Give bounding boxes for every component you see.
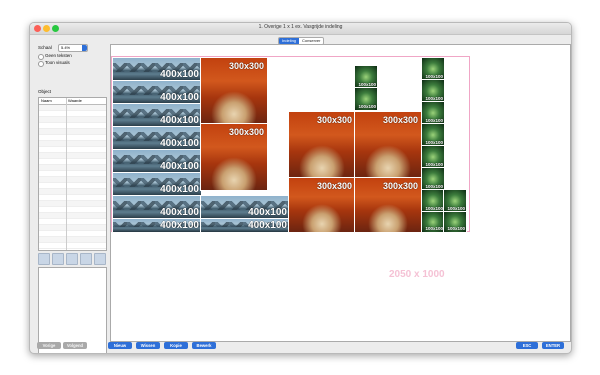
autumn-size-label: 300x300 [382, 181, 418, 191]
autumn-image[interactable]: 300x300 [200, 57, 268, 125]
align-left-icon[interactable] [38, 253, 50, 265]
landscape-image[interactable]: 400x100 [112, 103, 202, 128]
landscape-image[interactable]: 400x100 [112, 172, 202, 197]
landscape-size-label: 400x100 [160, 207, 199, 218]
forest-size-label: 100x100 [447, 226, 465, 231]
forest-image[interactable]: 100x100 [354, 87, 378, 111]
landscape-image[interactable]: 400x100 [112, 218, 202, 233]
autumn-size-label: 300x300 [228, 61, 264, 71]
forest-image[interactable]: 100x100 [443, 211, 467, 233]
landscape-size-label: 400x100 [160, 161, 199, 172]
landscape-image[interactable]: 400x100 [112, 80, 202, 105]
new-button[interactable]: Nieuw [108, 342, 132, 349]
name-column-header: Naam [41, 98, 52, 103]
landscape-size-label: 400x100 [248, 207, 287, 218]
object-label: Object [38, 89, 52, 94]
table-row[interactable] [39, 243, 106, 249]
forest-image[interactable]: 100x100 [421, 101, 445, 125]
forest-image[interactable]: 100x100 [354, 65, 378, 89]
chevron-down-icon [82, 45, 87, 51]
autumn-image[interactable]: 300x300 [288, 111, 356, 179]
autumn-size-label: 300x300 [316, 181, 352, 191]
autumn-image[interactable]: 300x300 [200, 123, 268, 191]
forest-image[interactable]: 100x100 [421, 167, 445, 191]
landscape-image[interactable]: 400x100 [112, 149, 202, 174]
forest-image[interactable]: 100x100 [421, 123, 445, 147]
landscape-size-label: 400x100 [160, 220, 199, 231]
print-area-size-label: 2050 x 1000 [389, 269, 445, 280]
edit-button[interactable]: Bewerk [192, 342, 216, 349]
landscape-size-label: 400x100 [248, 220, 287, 231]
canvas-panel[interactable]: 400x100 400x100 400x100 400x100 400x100 … [110, 44, 571, 342]
landscape-image[interactable]: 400x100 [200, 195, 290, 220]
copy-button[interactable]: Kopie [164, 342, 188, 349]
bottom-toolbar: Vorige Volgend Nieuw Wissen Kopie Bewerk… [30, 339, 571, 353]
landscape-image[interactable]: 400x100 [112, 195, 202, 220]
landscape-image[interactable]: 400x100 [200, 218, 290, 233]
scale-dropdown[interactable]: 5.4% [58, 44, 88, 52]
app-window: 1. Overige 1 x 1 ex. Vasgrijde indeling … [29, 22, 572, 354]
column-divider [66, 98, 67, 250]
show-visuals-radio[interactable] [38, 61, 44, 67]
forest-size-label: 100x100 [358, 104, 376, 109]
autumn-size-label: 300x300 [228, 127, 264, 137]
autumn-size-label: 300x300 [316, 115, 352, 125]
forest-image[interactable]: 100x100 [421, 57, 445, 81]
scale-label: Schaal [38, 45, 52, 50]
landscape-size-label: 400x100 [160, 138, 199, 149]
landscape-size-label: 400x100 [160, 184, 199, 195]
value-column-header: Waarde [68, 98, 82, 103]
autumn-image[interactable]: 300x300 [354, 111, 422, 179]
align-center-icon[interactable] [80, 253, 92, 265]
landscape-image[interactable]: 400x100 [112, 57, 202, 82]
landscape-image[interactable]: 400x100 [112, 126, 202, 151]
scale-value: 5.4% [61, 45, 71, 50]
show-visuals-label: Toon visuals [45, 60, 70, 65]
hide-texts-radio[interactable] [38, 54, 44, 60]
autumn-image[interactable]: 300x300 [354, 177, 422, 233]
table-rows [39, 105, 106, 249]
landscape-size-label: 400x100 [160, 69, 199, 80]
next-button[interactable]: Volgend [63, 342, 87, 349]
delete-button[interactable]: Wissen [136, 342, 160, 349]
forest-image[interactable]: 100x100 [421, 189, 445, 213]
left-panel: Schaal 5.4% Geen teksten Toon visuals Ob… [36, 43, 109, 353]
forest-image[interactable]: 100x100 [421, 79, 445, 103]
properties-table[interactable]: Naam Waarde [38, 97, 107, 251]
previous-button[interactable]: Vorige [37, 342, 61, 349]
forest-image[interactable]: 100x100 [421, 145, 445, 169]
landscape-size-label: 400x100 [160, 92, 199, 103]
enter-button[interactable]: ENTER [542, 342, 564, 349]
align-right-icon[interactable] [52, 253, 64, 265]
autumn-size-label: 300x300 [382, 115, 418, 125]
window-title: 1. Overige 1 x 1 ex. Vasgrijde indeling [258, 24, 343, 30]
forest-size-label: 100x100 [425, 226, 443, 231]
esc-button[interactable]: ESC [516, 342, 538, 349]
hide-texts-label: Geen teksten [45, 53, 72, 58]
print-area: 400x100 400x100 400x100 400x100 400x100 … [111, 56, 470, 233]
autumn-image[interactable]: 300x300 [288, 177, 356, 233]
table-header: Naam Waarde [39, 98, 106, 105]
landscape-size-label: 400x100 [160, 115, 199, 126]
align-bottom-icon[interactable] [94, 253, 106, 265]
forest-image[interactable]: 100x100 [443, 189, 467, 213]
forest-image[interactable]: 100x100 [421, 211, 445, 233]
title-bar: 1. Overige 1 x 1 ex. Vasgrijde indeling [30, 23, 571, 35]
align-top-icon[interactable] [66, 253, 78, 265]
